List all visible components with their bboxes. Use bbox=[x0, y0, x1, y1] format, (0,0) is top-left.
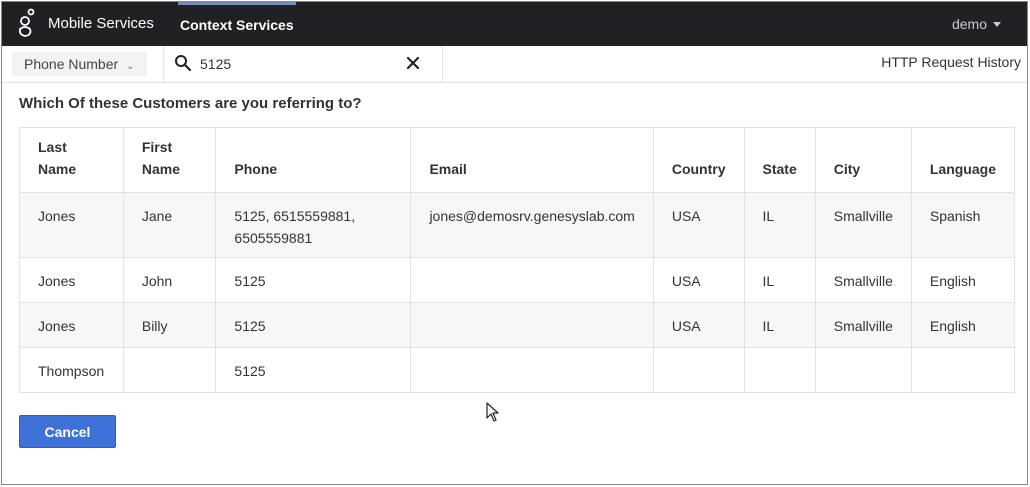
cell-first-name: Jane bbox=[122, 192, 217, 258]
table-header-row: Last Name First Name Phone Email Country… bbox=[19, 127, 1015, 193]
cell-last-name: Jones bbox=[19, 302, 124, 348]
cell-country bbox=[652, 347, 745, 393]
cell-state: IL bbox=[743, 257, 816, 303]
table-row[interactable]: Jones John 5125 USA IL Smallville Englis… bbox=[19, 257, 1015, 303]
divider bbox=[163, 46, 164, 82]
tab-label: Context Services bbox=[180, 17, 294, 33]
cell-last-name: Jones bbox=[19, 192, 124, 258]
user-menu[interactable]: demo bbox=[952, 16, 1001, 32]
column-header[interactable]: Country bbox=[652, 127, 745, 193]
cell-language: Spanish bbox=[910, 192, 1015, 258]
active-tab-indicator bbox=[178, 2, 296, 5]
cell-language bbox=[910, 347, 1015, 393]
cell-first-name: Billy bbox=[122, 302, 217, 348]
cell-first-name bbox=[122, 347, 217, 393]
cell-email bbox=[410, 347, 654, 393]
cell-first-name: John bbox=[122, 257, 217, 303]
chevron-down-icon: ⌄ bbox=[126, 61, 135, 72]
table-row[interactable]: Thompson 5125 bbox=[19, 347, 1015, 393]
app-name[interactable]: Mobile Services bbox=[48, 15, 154, 32]
http-request-history-link[interactable]: HTTP Request History bbox=[881, 54, 1021, 70]
search-icon bbox=[175, 55, 192, 72]
column-header[interactable]: First Name bbox=[122, 127, 217, 193]
app-window: Mobile Services Context Services demo Ph… bbox=[1, 1, 1028, 485]
column-header[interactable]: Phone bbox=[215, 127, 412, 193]
cell-city bbox=[814, 347, 912, 393]
user-name: demo bbox=[951, 16, 987, 32]
caret-down-icon bbox=[993, 22, 1001, 27]
cancel-button[interactable]: Cancel bbox=[19, 415, 116, 448]
cell-phone: 5125 bbox=[215, 302, 412, 348]
table-row[interactable]: Jones Jane 5125, 6515559881, 6505559881 … bbox=[19, 192, 1015, 258]
column-header[interactable]: City bbox=[814, 127, 912, 193]
customer-table-container: Last Name First Name Phone Email Country… bbox=[19, 127, 1015, 393]
cell-phone: 5125 bbox=[215, 257, 412, 303]
cell-email bbox=[410, 302, 654, 348]
customer-table: Last Name First Name Phone Email Country… bbox=[19, 127, 1015, 393]
cell-state: IL bbox=[743, 302, 816, 348]
cell-language: English bbox=[910, 302, 1015, 348]
column-header[interactable]: Email bbox=[410, 127, 654, 193]
cell-last-name: Jones bbox=[19, 257, 124, 303]
genesys-logo-icon bbox=[18, 8, 35, 37]
mouse-pointer-icon bbox=[486, 402, 499, 422]
cell-last-name: Thompson bbox=[19, 347, 124, 393]
search-field-select[interactable]: Phone Number ⌄ bbox=[12, 52, 147, 76]
top-bar: Mobile Services Context Services demo bbox=[2, 2, 1027, 46]
cell-country: USA bbox=[652, 192, 745, 258]
column-header[interactable]: Language bbox=[910, 127, 1015, 193]
column-header[interactable]: State bbox=[743, 127, 816, 193]
cell-email bbox=[410, 257, 654, 303]
cell-country: USA bbox=[652, 257, 745, 303]
search-field-label: Phone Number bbox=[24, 56, 119, 72]
cell-city: Smallville bbox=[814, 302, 912, 348]
tab-context-services[interactable]: Context Services bbox=[178, 2, 296, 46]
cell-phone: 5125 bbox=[215, 347, 412, 393]
cell-state: IL bbox=[743, 192, 816, 258]
search-input[interactable] bbox=[200, 52, 400, 76]
cell-state bbox=[743, 347, 816, 393]
close-icon[interactable] bbox=[404, 54, 422, 72]
cell-language: English bbox=[910, 257, 1015, 303]
table-row[interactable]: Jones Billy 5125 USA IL Smallville Engli… bbox=[19, 302, 1015, 348]
search-bar: Phone Number ⌄ HTTP Request History bbox=[2, 46, 1027, 83]
column-header[interactable]: Last Name bbox=[19, 127, 124, 193]
page-question: Which Of these Customers are you referri… bbox=[19, 95, 362, 112]
cell-phone: 5125, 6515559881, 6505559881 bbox=[215, 192, 412, 258]
divider bbox=[442, 46, 443, 82]
cell-country: USA bbox=[652, 302, 745, 348]
cell-email: jones@demosrv.genesyslab.com bbox=[410, 192, 654, 258]
cell-city: Smallville bbox=[814, 192, 912, 258]
cell-city: Smallville bbox=[814, 257, 912, 303]
